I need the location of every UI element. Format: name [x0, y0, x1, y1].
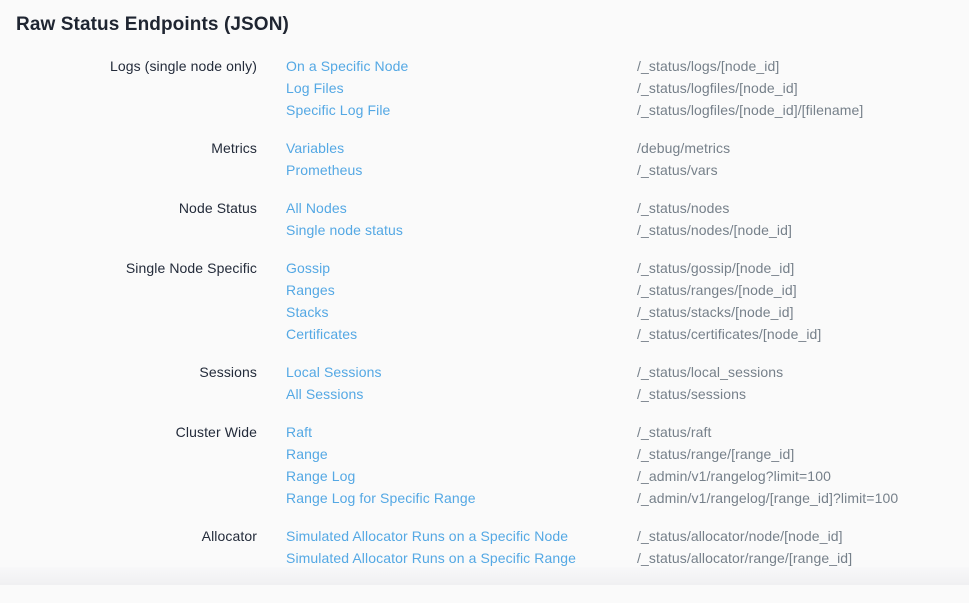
endpoint-row: Range Log /_admin/v1/rangelog?limit=100: [286, 465, 969, 487]
page-title: Raw Status Endpoints (JSON): [0, 0, 969, 38]
endpoint-row: All Nodes /_status/nodes: [286, 197, 969, 219]
category-label: Metrics: [0, 137, 257, 159]
endpoint-group: Sessions Local Sessions /_status/local_s…: [0, 361, 969, 405]
endpoint-row: All Sessions /_status/sessions: [286, 383, 969, 405]
endpoint-row: Ranges /_status/ranges/[node_id]: [286, 279, 969, 301]
endpoint-rows: Local Sessions /_status/local_sessions A…: [257, 361, 969, 405]
endpoint-path: /_status/logs/[node_id]: [637, 55, 779, 77]
endpoint-group: Single Node Specific Gossip /_status/gos…: [0, 257, 969, 345]
endpoint-path: /_admin/v1/rangelog/[range_id]?limit=100: [637, 487, 898, 509]
endpoint-link[interactable]: Range: [286, 443, 637, 465]
endpoint-link[interactable]: All Sessions: [286, 383, 637, 405]
endpoint-link[interactable]: Gossip: [286, 257, 637, 279]
endpoint-link[interactable]: Local Sessions: [286, 361, 637, 383]
category-label: Node Status: [0, 197, 257, 219]
category-label: Allocator: [0, 525, 257, 547]
endpoint-row: Variables /debug/metrics: [286, 137, 969, 159]
endpoint-path: /_admin/v1/rangelog?limit=100: [637, 465, 831, 487]
endpoint-link[interactable]: Ranges: [286, 279, 637, 301]
endpoint-path: /_status/sessions: [637, 383, 746, 405]
endpoint-link[interactable]: Log Files: [286, 77, 637, 99]
endpoint-link[interactable]: Prometheus: [286, 159, 637, 181]
endpoint-rows: On a Specific Node /_status/logs/[node_i…: [257, 55, 969, 121]
endpoint-path: /_status/logfiles/[node_id]/[filename]: [637, 99, 863, 121]
endpoint-path: /_status/allocator/range/[range_id]: [637, 547, 852, 569]
category-label: Sessions: [0, 361, 257, 383]
endpoint-rows: Variables /debug/metrics Prometheus /_st…: [257, 137, 969, 181]
endpoint-link[interactable]: Simulated Allocator Runs on a Specific R…: [286, 547, 637, 569]
endpoint-group: Cluster Wide Raft /_status/raft Range /_…: [0, 421, 969, 509]
endpoint-group: Node Status All Nodes /_status/nodes Sin…: [0, 197, 969, 241]
endpoint-group: Logs (single node only) On a Specific No…: [0, 55, 969, 121]
endpoint-link[interactable]: Variables: [286, 137, 637, 159]
endpoint-path: /_status/stacks/[node_id]: [637, 301, 794, 323]
endpoint-row: Simulated Allocator Runs on a Specific R…: [286, 547, 969, 569]
endpoint-group: Allocator Simulated Allocator Runs on a …: [0, 525, 969, 569]
endpoint-path: /_status/nodes/[node_id]: [637, 219, 792, 241]
endpoint-path: /_status/vars: [637, 159, 718, 181]
endpoint-path: /_status/local_sessions: [637, 361, 783, 383]
endpoint-link[interactable]: All Nodes: [286, 197, 637, 219]
endpoint-rows: Simulated Allocator Runs on a Specific N…: [257, 525, 969, 569]
endpoint-row: Local Sessions /_status/local_sessions: [286, 361, 969, 383]
endpoint-link[interactable]: On a Specific Node: [286, 55, 637, 77]
endpoint-path: /_status/allocator/node/[node_id]: [637, 525, 843, 547]
endpoint-path: /_status/raft: [637, 421, 711, 443]
endpoint-link[interactable]: Simulated Allocator Runs on a Specific N…: [286, 525, 637, 547]
endpoint-row: Prometheus /_status/vars: [286, 159, 969, 181]
endpoint-row: Range /_status/range/[range_id]: [286, 443, 969, 465]
raw-status-endpoints-page: Raw Status Endpoints (JSON) Logs (single…: [0, 0, 969, 585]
endpoint-row: Raft /_status/raft: [286, 421, 969, 443]
endpoint-path: /debug/metrics: [637, 137, 730, 159]
endpoint-rows: Raft /_status/raft Range /_status/range/…: [257, 421, 969, 509]
endpoint-path: /_status/gossip/[node_id]: [637, 257, 794, 279]
bottom-strip: [0, 567, 969, 585]
endpoint-link[interactable]: Specific Log File: [286, 99, 637, 121]
endpoint-link[interactable]: Range Log for Specific Range: [286, 487, 637, 509]
endpoint-rows: All Nodes /_status/nodes Single node sta…: [257, 197, 969, 241]
endpoint-row: Gossip /_status/gossip/[node_id]: [286, 257, 969, 279]
endpoint-link[interactable]: Stacks: [286, 301, 637, 323]
category-label: Single Node Specific: [0, 257, 257, 279]
endpoint-link[interactable]: Raft: [286, 421, 637, 443]
endpoint-path: /_status/range/[range_id]: [637, 443, 794, 465]
endpoint-rows: Gossip /_status/gossip/[node_id] Ranges …: [257, 257, 969, 345]
endpoint-path: /_status/logfiles/[node_id]: [637, 77, 798, 99]
category-label: Logs (single node only): [0, 55, 257, 77]
endpoint-link[interactable]: Range Log: [286, 465, 637, 487]
endpoint-link[interactable]: Certificates: [286, 323, 637, 345]
endpoint-link[interactable]: Single node status: [286, 219, 637, 241]
endpoint-row: On a Specific Node /_status/logs/[node_i…: [286, 55, 969, 77]
endpoint-row: Simulated Allocator Runs on a Specific N…: [286, 525, 969, 547]
endpoint-path: /_status/ranges/[node_id]: [637, 279, 797, 301]
category-label: Cluster Wide: [0, 421, 257, 443]
endpoint-row: Range Log for Specific Range /_admin/v1/…: [286, 487, 969, 509]
endpoint-row: Log Files /_status/logfiles/[node_id]: [286, 77, 969, 99]
endpoint-row: Single node status /_status/nodes/[node_…: [286, 219, 969, 241]
endpoint-row: Specific Log File /_status/logfiles/[nod…: [286, 99, 969, 121]
endpoint-row: Stacks /_status/stacks/[node_id]: [286, 301, 969, 323]
endpoint-path: /_status/nodes: [637, 197, 729, 219]
endpoint-path: /_status/certificates/[node_id]: [637, 323, 821, 345]
endpoint-group: Metrics Variables /debug/metrics Prometh…: [0, 137, 969, 181]
endpoint-row: Certificates /_status/certificates/[node…: [286, 323, 969, 345]
endpoints-table: Logs (single node only) On a Specific No…: [0, 55, 969, 569]
